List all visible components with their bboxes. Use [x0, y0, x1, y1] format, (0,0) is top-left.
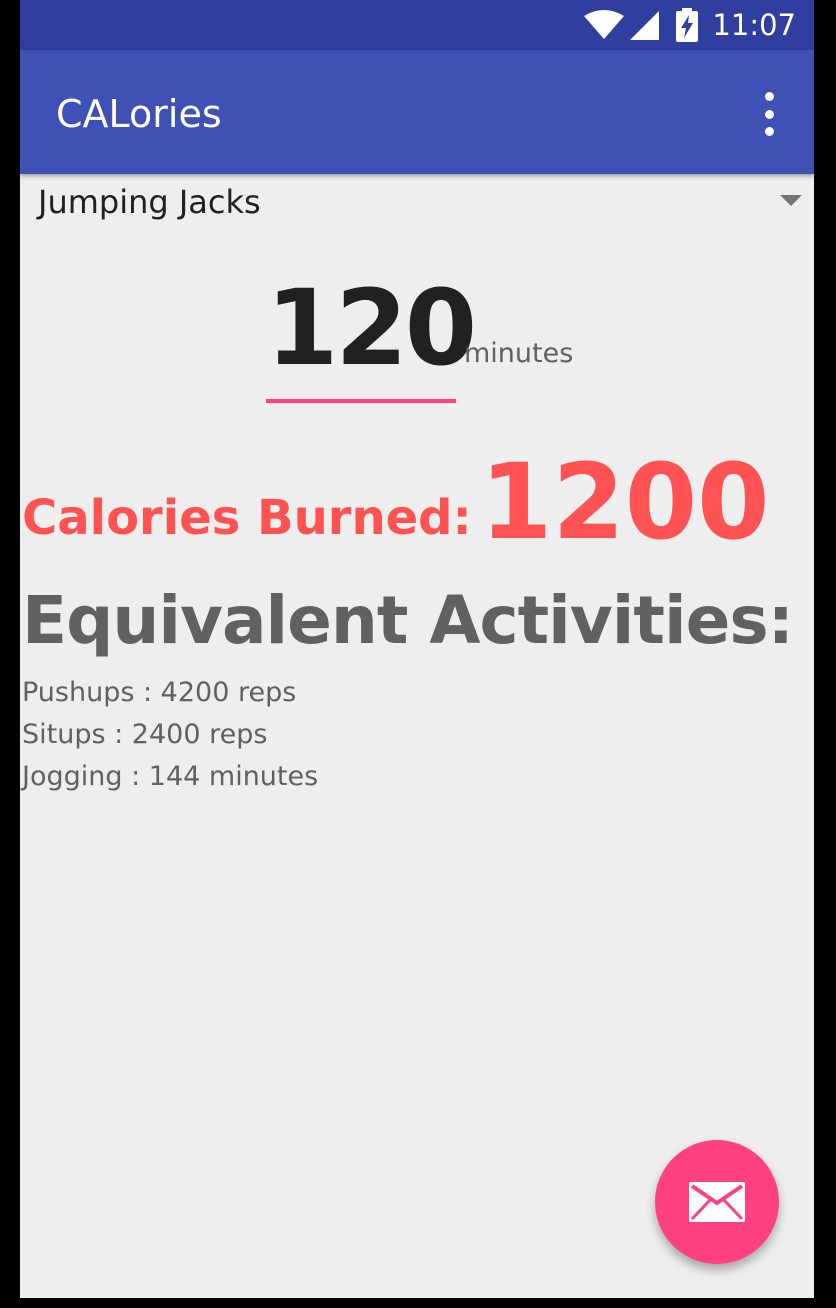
equivalent-activities-heading: Equivalent Activities:	[22, 582, 794, 659]
duration-unit-label: minutes	[464, 338, 574, 369]
app-title: CALories	[56, 92, 222, 136]
list-item: Jogging : 144 minutes	[22, 761, 319, 792]
calories-burned-label: Calories Burned:	[22, 490, 472, 546]
cell-signal-icon	[630, 11, 660, 40]
activity-spinner[interactable]: Jumping Jacks	[20, 176, 814, 230]
overflow-menu-icon[interactable]	[752, 92, 786, 136]
menu-dot	[764, 109, 774, 119]
dropdown-arrow-icon	[780, 195, 802, 206]
app-screen: 11:07 CALories Jumping Jacks 120 minutes…	[20, 0, 814, 1298]
wifi-icon	[584, 10, 625, 39]
activity-spinner-value: Jumping Jacks	[38, 183, 261, 221]
duration-input[interactable]: 120	[266, 268, 477, 398]
equivalent-activities-list: Pushups : 4200 reps Situps : 2400 reps J…	[22, 672, 318, 798]
duration-field[interactable]: 120	[266, 268, 477, 406]
calories-burned-value: 1200	[480, 441, 770, 563]
status-time: 11:07	[712, 8, 796, 42]
menu-dot	[764, 127, 774, 136]
battery-charging-icon	[676, 8, 699, 42]
status-bar: 11:07	[20, 0, 814, 50]
status-icons: 11:07	[584, 8, 796, 42]
menu-dot	[764, 92, 774, 101]
list-item: Situps : 2400 reps	[22, 719, 268, 750]
list-item: Pushups : 4200 reps	[22, 677, 297, 708]
email-icon	[689, 1182, 745, 1222]
duration-input-underline	[266, 399, 456, 403]
app-bar: CALories	[20, 50, 814, 174]
email-fab-button[interactable]	[655, 1140, 779, 1264]
